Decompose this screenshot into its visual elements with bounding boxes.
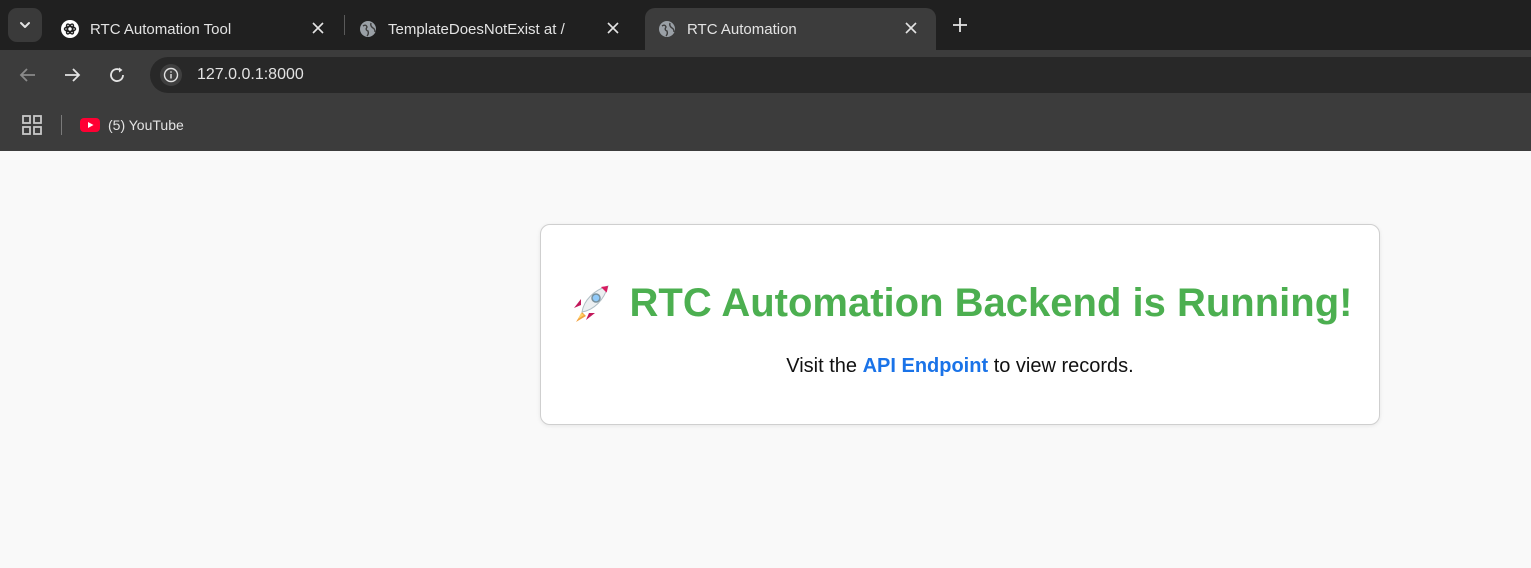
reload-button[interactable] <box>105 63 129 87</box>
chevron-down-icon <box>20 22 30 28</box>
youtube-icon <box>80 118 100 132</box>
reload-icon <box>110 67 124 82</box>
tab-title: TemplateDoesNotExist at / <box>388 20 565 38</box>
apps-grid-icon[interactable] <box>21 114 43 136</box>
rocket-icon <box>573 284 609 322</box>
status-message: Visit the API Endpoint to view records. <box>541 355 1379 378</box>
tab-title: RTC Automation Tool <box>90 20 232 38</box>
address-bar[interactable]: 127.0.0.1:8000 <box>150 57 1531 93</box>
back-button[interactable] <box>16 63 40 87</box>
bookmark-label: (5) YouTube <box>108 117 184 133</box>
openai-icon <box>60 19 80 39</box>
tab-strip: RTC Automation Tool TemplateDoesNotExist… <box>0 0 1531 50</box>
tab-rtc-automation[interactable]: RTC Automation <box>645 8 936 50</box>
message-prefix: Visit the <box>786 355 858 377</box>
info-icon[interactable] <box>160 64 182 86</box>
tab-divider <box>344 15 345 35</box>
plus-icon <box>953 18 967 32</box>
page-title: RTC Automation Backend is Running! <box>629 281 1353 325</box>
new-tab-button[interactable] <box>946 11 974 39</box>
arrow-right-icon <box>65 68 81 82</box>
tab-search-button[interactable] <box>8 8 42 42</box>
forward-button[interactable] <box>60 63 84 87</box>
browser-toolbar: 127.0.0.1:8000 <box>0 50 1531 100</box>
bookmarks-divider <box>61 115 62 135</box>
url-text[interactable]: 127.0.0.1:8000 <box>197 66 304 84</box>
globe-icon <box>358 19 378 39</box>
tab-template-does-not-exist[interactable]: TemplateDoesNotExist at / <box>346 8 638 50</box>
message-suffix: to view records. <box>993 355 1134 377</box>
close-icon[interactable] <box>307 17 329 39</box>
globe-icon <box>657 19 677 39</box>
arrow-left-icon <box>19 68 35 82</box>
close-icon[interactable] <box>900 17 922 39</box>
tab-rtc-automation-tool[interactable]: RTC Automation Tool <box>48 8 343 50</box>
page-viewport: RTC Automation Backend is Running! Visit… <box>0 151 1531 568</box>
bookmark-youtube[interactable]: (5) YouTube <box>80 114 184 136</box>
api-endpoint-link[interactable]: API Endpoint <box>863 355 989 377</box>
bookmarks-bar: (5) YouTube <box>0 100 1531 151</box>
page-heading: RTC Automation Backend is Running! <box>541 281 1379 326</box>
close-icon[interactable] <box>602 17 624 39</box>
status-card: RTC Automation Backend is Running! Visit… <box>540 224 1380 425</box>
tab-title: RTC Automation <box>687 20 797 38</box>
